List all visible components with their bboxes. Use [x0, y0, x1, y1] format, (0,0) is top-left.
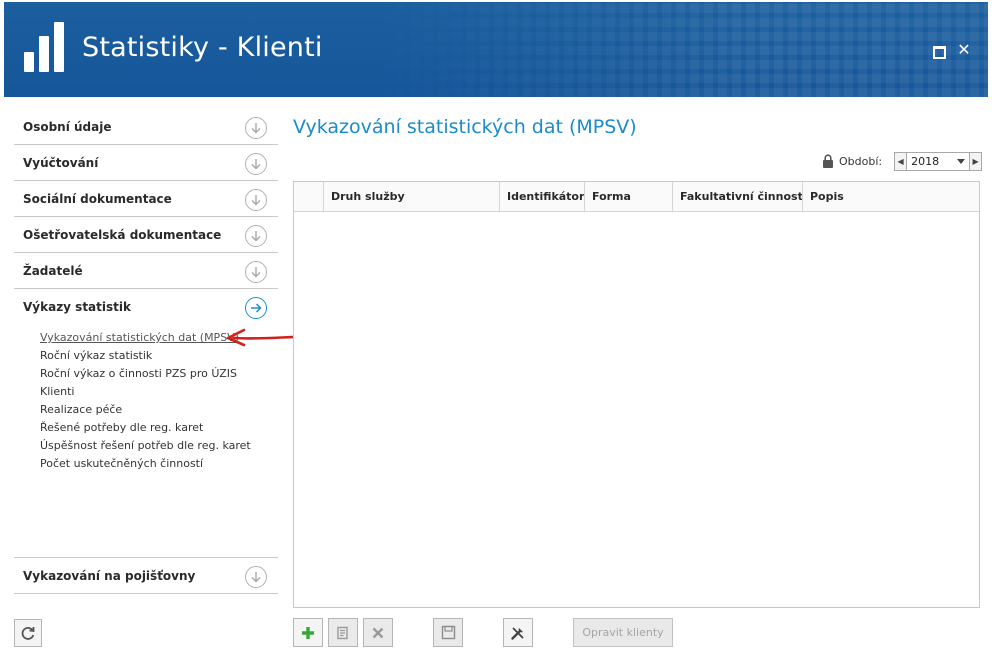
subnav-item-uspesnost[interactable]: Úspěšnost řešení potřeb dle reg. karet — [40, 437, 278, 455]
edit-icon — [337, 626, 348, 639]
sidebar-item-osetrovatelska-dokumentace[interactable]: Ošetřovatelská dokumentace — [14, 217, 278, 253]
sidebar-item-label: Ošetřovatelská dokumentace — [23, 227, 222, 242]
subnav-item-uzis[interactable]: Roční výkaz o činnosti PZS pro ÚZIS — [40, 365, 278, 383]
grid-col-select[interactable] — [294, 182, 324, 211]
sidebar-subnav: Vykazování statistických dat (MPSV) Ročn… — [14, 325, 278, 558]
edit-button[interactable] — [328, 618, 358, 647]
sidebar-item-label: Výkazy statistik — [23, 300, 131, 314]
delete-button[interactable] — [363, 618, 393, 647]
sidebar-item-vykazovani-na-pojistovny[interactable]: Vykazování na pojišťovny — [14, 558, 278, 594]
grid-header: Druh služby Identifikátor Forma Fakultat… — [294, 182, 979, 212]
subnav-item-resene-potreby[interactable]: Řešené potřeby dle reg. karet — [40, 419, 278, 437]
sidebar-item-vykazy-statistik[interactable]: Výkazy statistik — [14, 289, 278, 325]
refresh-icon — [21, 627, 35, 640]
arrow-right-circle-icon[interactable] — [245, 297, 267, 319]
subnav-item-pocet-cinnosti[interactable]: Počet uskutečněných činností — [40, 455, 278, 473]
fix-clients-button[interactable]: Opravit klienty — [573, 618, 673, 647]
maximize-icon[interactable] — [931, 43, 946, 59]
add-icon — [302, 626, 314, 639]
window-header: Statistiky - Klienti ✕ — [4, 2, 988, 97]
lock-icon — [823, 154, 833, 168]
chevron-down-circle-icon[interactable] — [245, 225, 267, 247]
grid-col-identifikator[interactable]: Identifikátor — [500, 182, 585, 211]
chevron-down-circle-icon[interactable] — [245, 189, 267, 211]
sidebar-item-socialni-dokumentace[interactable]: Sociální dokumentace — [14, 181, 278, 217]
app-logo-icon — [24, 22, 68, 72]
period-select[interactable]: 2018 — [907, 151, 970, 171]
sidebar-item-label: Vykazování na pojišťovny — [23, 568, 196, 583]
tools-button[interactable] — [503, 618, 533, 647]
chevron-down-circle-icon[interactable] — [245, 261, 267, 283]
grid-col-druh-sluzby[interactable]: Druh služby — [324, 182, 500, 211]
sidebar-item-vyuctovani[interactable]: Vyúčtování — [14, 145, 278, 181]
chevron-down-circle-icon[interactable] — [245, 117, 267, 139]
subnav-item-klienti[interactable]: Klienti — [40, 383, 278, 401]
period-next-button[interactable]: ▶ — [969, 151, 983, 171]
delete-icon — [372, 627, 384, 638]
sidebar-item-osobni-udaje[interactable]: Osobní údaje — [14, 109, 278, 145]
save-button[interactable] — [433, 618, 463, 647]
data-grid: Druh služby Identifikátor Forma Fakultat… — [293, 181, 980, 608]
tools-icon — [511, 626, 524, 640]
period-control: ◀ 2018 ▶ — [894, 151, 983, 171]
chevron-down-circle-icon[interactable] — [245, 153, 267, 175]
refresh-button[interactable] — [14, 619, 42, 647]
sidebar-item-label: Žadatelé — [23, 263, 83, 278]
grid-col-forma[interactable]: Forma — [585, 182, 673, 211]
sidebar-item-label: Vyúčtování — [23, 155, 99, 170]
header-pattern — [368, 2, 988, 97]
period-filter: Období: ◀ 2018 ▶ — [822, 151, 983, 171]
page-title: Vykazování statistických dat (MPSV) — [293, 116, 637, 138]
grid-col-fakultativni-cinnosti[interactable]: Fakultativní činnosti — [673, 182, 803, 211]
period-label: Období: — [839, 154, 883, 168]
period-value: 2018 — [911, 154, 940, 168]
save-icon — [441, 625, 455, 640]
sidebar-item-label: Osobní údaje — [23, 119, 112, 134]
grid-col-popis[interactable]: Popis — [803, 182, 979, 211]
period-prev-button[interactable]: ◀ — [894, 151, 908, 171]
chevron-down-circle-icon[interactable] — [245, 566, 267, 588]
chevron-down-icon — [957, 158, 966, 164]
app-title: Statistiky - Klienti — [82, 32, 323, 63]
sidebar: Osobní údaje Vyúčtování Sociální dokumen… — [14, 109, 278, 594]
subnav-item-realizace-pece[interactable]: Realizace péče — [40, 401, 278, 419]
sidebar-item-zadatele[interactable]: Žadatelé — [14, 253, 278, 289]
close-icon[interactable]: ✕ — [957, 42, 971, 58]
sidebar-item-label: Sociální dokumentace — [23, 191, 172, 206]
add-button[interactable] — [293, 618, 323, 647]
